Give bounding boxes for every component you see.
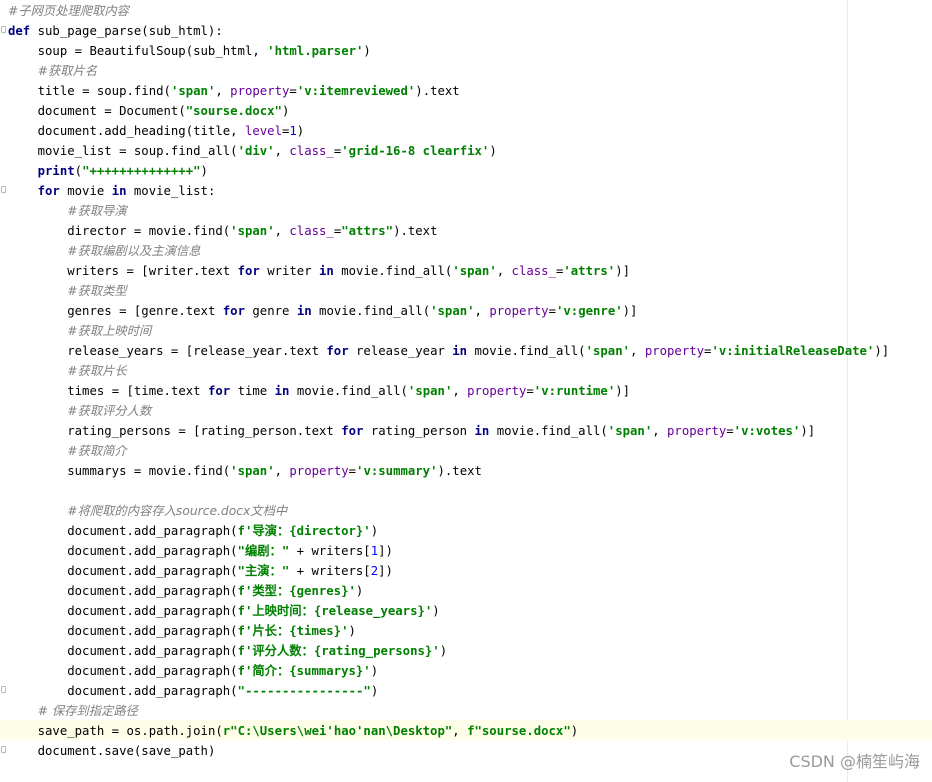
code-line[interactable]: document.add_paragraph("编剧：" + writers[1…	[8, 541, 889, 561]
code-line[interactable]: document.add_paragraph(f'类型：{genres}')	[8, 581, 889, 601]
code-line[interactable]: #获取片长	[8, 361, 889, 381]
code-line[interactable]: document = Document("sourse.docx")	[8, 101, 889, 121]
code-line[interactable]: director = movie.find('span', class_="at…	[8, 221, 889, 241]
fold-gutter	[0, 0, 8, 782]
fold-marker-for-end[interactable]	[1, 686, 6, 693]
code-line[interactable]: document.add_paragraph(f'评分人数：{rating_pe…	[8, 641, 889, 661]
fold-marker-for[interactable]	[1, 186, 6, 193]
code-line[interactable]: #获取评分人数	[8, 401, 889, 421]
code-line[interactable]: for movie in movie_list:	[8, 181, 889, 201]
code-line[interactable]: title = soup.find('span', property='v:it…	[8, 81, 889, 101]
code-line[interactable]: def sub_page_parse(sub_html):	[8, 21, 889, 41]
code-line[interactable]: #将爬取的内容存入source.docx文档中	[8, 501, 889, 521]
code-line[interactable]: document.add_paragraph("主演：" + writers[2…	[8, 561, 889, 581]
code-line[interactable]: #获取片名	[8, 61, 889, 81]
code-line[interactable]: document.add_paragraph("----------------…	[8, 681, 889, 701]
code-line[interactable]: #获取导演	[8, 201, 889, 221]
code-line[interactable]: times = [time.text for time in movie.fin…	[8, 381, 889, 401]
watermark: CSDN @楠笙屿海	[789, 752, 920, 771]
code-line[interactable]: rating_persons = [rating_person.text for…	[8, 421, 889, 441]
code-editor[interactable]: #子网页处理爬取内容 def sub_page_parse(sub_html): …	[0, 0, 932, 782]
code-line[interactable]: document.add_heading(title, level=1)	[8, 121, 889, 141]
code-line[interactable]: #获取类型	[8, 281, 889, 301]
code-line[interactable]: writers = [writer.text for writer in mov…	[8, 261, 889, 281]
code-line[interactable]: document.add_paragraph(f'导演：{director}')	[8, 521, 889, 541]
code-line[interactable]: print("++++++++++++++")	[8, 161, 889, 181]
code-line[interactable]: save_path = os.path.join(r"C:\Users\wei'…	[8, 721, 889, 741]
code-line[interactable]: release_years = [release_year.text for r…	[8, 341, 889, 361]
code-line[interactable]: document.add_paragraph(f'片长：{times}')	[8, 621, 889, 641]
fold-marker-def-end[interactable]	[1, 746, 6, 753]
code-text[interactable]: #子网页处理爬取内容 def sub_page_parse(sub_html): …	[8, 1, 889, 761]
code-line[interactable]: document.save(save_path)	[8, 741, 889, 761]
code-line[interactable]: # 保存到指定路径	[8, 701, 889, 721]
code-line[interactable]: movie_list = soup.find_all('div', class_…	[8, 141, 889, 161]
code-line[interactable]: genres = [genre.text for genre in movie.…	[8, 301, 889, 321]
code-line[interactable]: document.add_paragraph(f'简介：{summarys}')	[8, 661, 889, 681]
code-line[interactable]: soup = BeautifulSoup(sub_html, 'html.par…	[8, 41, 889, 61]
code-line[interactable]: #获取编剧以及主演信息	[8, 241, 889, 261]
code-line[interactable]: #子网页处理爬取内容	[8, 1, 889, 21]
code-line[interactable]	[8, 481, 889, 501]
code-line[interactable]: document.add_paragraph(f'上映时间：{release_y…	[8, 601, 889, 621]
code-line[interactable]: summarys = movie.find('span', property='…	[8, 461, 889, 481]
code-line[interactable]: #获取简介	[8, 441, 889, 461]
fold-marker-def[interactable]	[1, 26, 6, 33]
code-line[interactable]: #获取上映时间	[8, 321, 889, 341]
